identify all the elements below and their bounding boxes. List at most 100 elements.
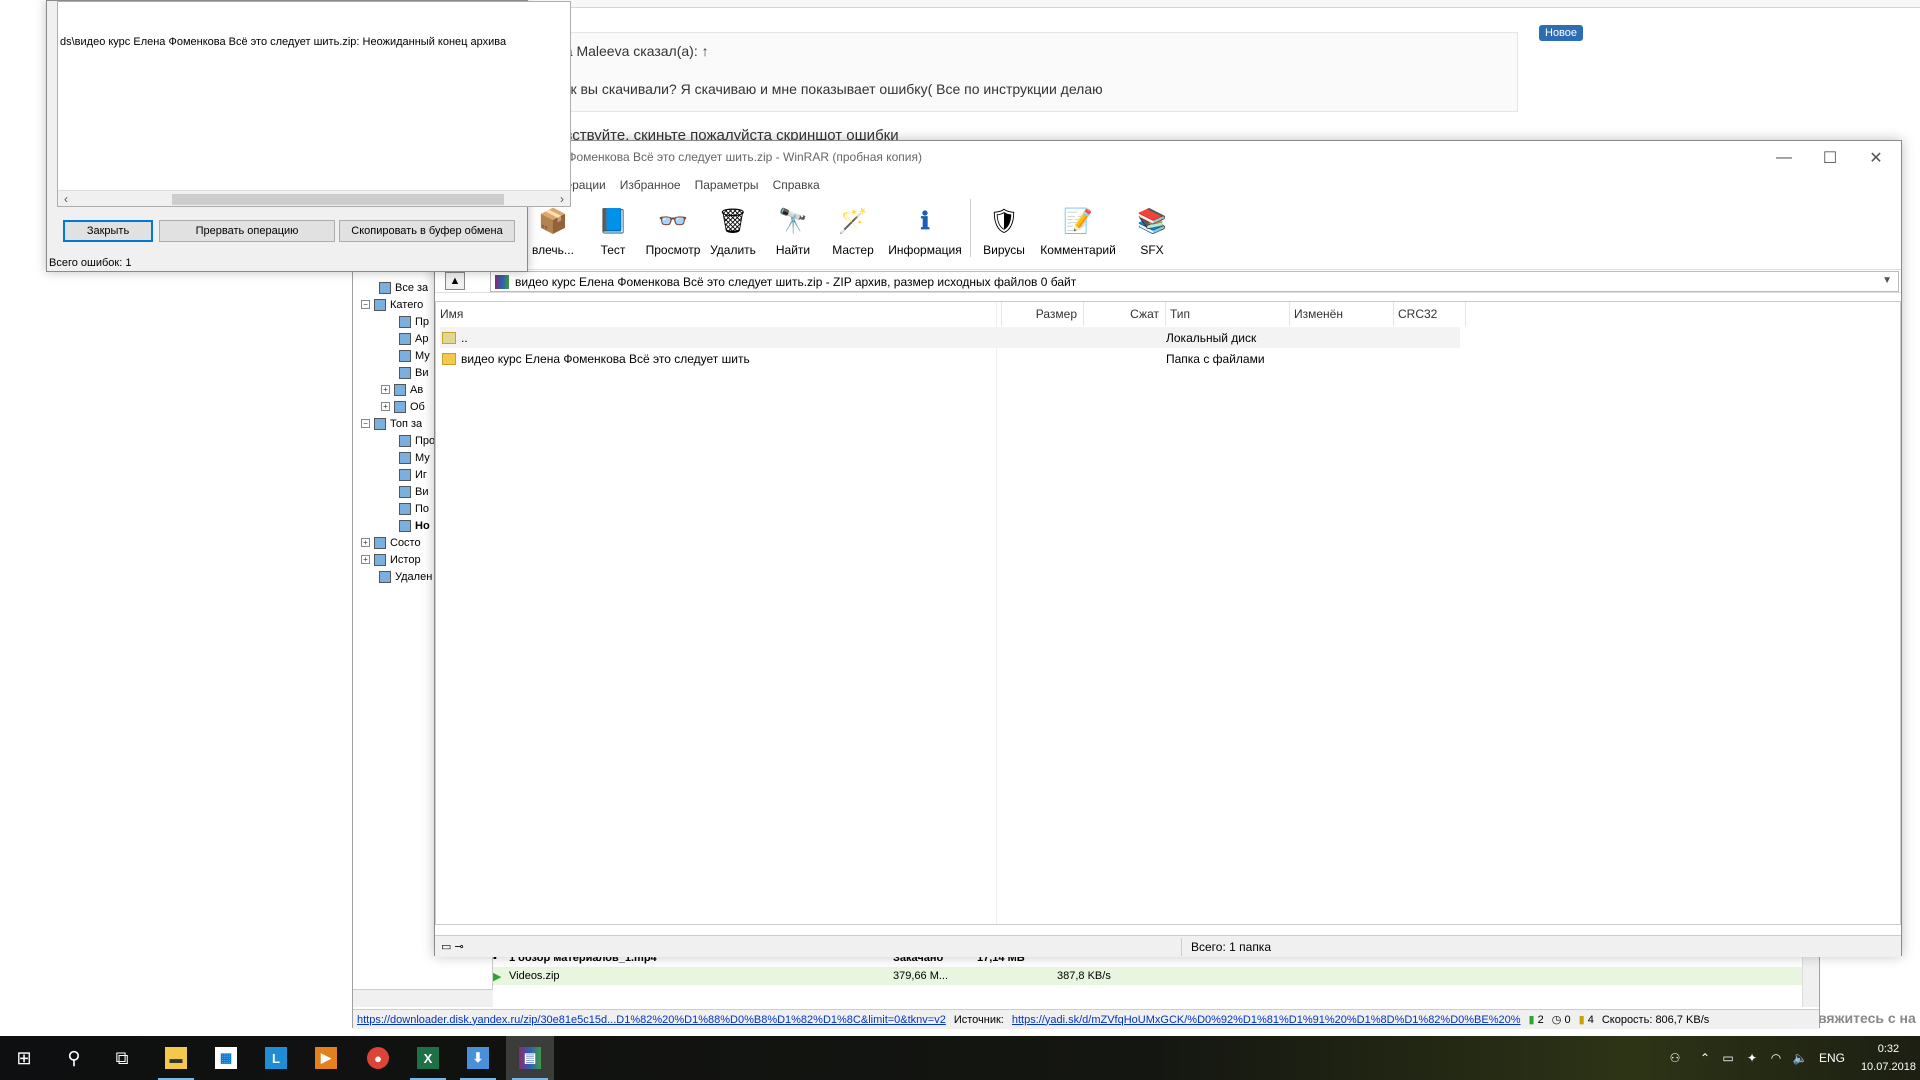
test-button[interactable]: 📘 Тест [583, 197, 643, 258]
tree-item[interactable]: Ви [399, 364, 428, 381]
copy-to-clipboard-button[interactable]: Скопировать в буфер обмена [339, 220, 515, 242]
language-indicator[interactable]: ENG [1812, 1051, 1852, 1065]
tree-item[interactable]: Му [399, 449, 430, 466]
dropbox-icon[interactable]: ✦ [1740, 1051, 1764, 1065]
tree-item[interactable]: Удален [379, 568, 432, 585]
tree-item[interactable]: + Об [381, 398, 425, 415]
clock-date: 10.07.2018 [1860, 1061, 1916, 1073]
scroll-right-icon[interactable]: › [554, 192, 570, 206]
clock[interactable]: 0:32 10.07.2018 [1861, 1040, 1916, 1076]
video-icon [399, 485, 411, 498]
expand-icon[interactable]: + [381, 402, 390, 411]
taskbar-store[interactable]: ▦ [202, 1036, 250, 1080]
close-icon[interactable]: ✕ [1853, 141, 1899, 175]
volume-icon[interactable]: 🔈 [1788, 1051, 1812, 1065]
taskbar-app-l[interactable]: L [252, 1036, 300, 1080]
error-message-box[interactable]: ds\видео курс Елена Фоменкова Всё это сл… [57, 1, 571, 207]
path-bar: ▲ видео курс Елена Фоменкова Всё это сле… [435, 269, 1901, 293]
virus-scan-button[interactable]: 🛡 Вирусы [974, 197, 1034, 258]
column-type[interactable]: Тип [1166, 302, 1290, 326]
wifi-icon[interactable]: ◠ [1764, 1051, 1788, 1065]
search-button[interactable]: ⚲ [50, 1036, 98, 1080]
download-url-link[interactable]: https://downloader.disk.yandex.ru/zip/30… [357, 1014, 946, 1026]
tree-item[interactable]: + Истор [361, 551, 421, 568]
column-modified[interactable]: Изменён [1290, 302, 1394, 326]
task-view-button[interactable]: ⧉ [98, 1036, 146, 1080]
maximize-icon[interactable]: ☐ [1807, 141, 1853, 175]
comment-button[interactable]: 📝 Комментарий [1034, 197, 1122, 258]
tree-item[interactable]: Му [399, 347, 430, 364]
taskbar-winrar[interactable]: ▤ [506, 1036, 554, 1080]
toolbar: 📦 влечь... 📘 Тест 👓 Просмотр 🗑 Удалить 🔭 Найт… [435, 197, 1901, 257]
menu-favorites[interactable]: Избранное [613, 175, 688, 195]
delete-icon: 🗑 [717, 207, 749, 235]
expand-icon[interactable]: + [381, 385, 390, 394]
view-button[interactable]: 👓 Просмотр [643, 197, 703, 258]
music-icon [399, 451, 411, 464]
taskbar-explorer[interactable]: ▬ [152, 1036, 200, 1080]
chevron-down-icon[interactable]: ▼ [1882, 275, 1892, 286]
expand-icon[interactable]: + [361, 555, 370, 564]
collapse-icon[interactable]: − [361, 300, 370, 309]
close-button[interactable]: Закрыть [63, 220, 153, 242]
taskbar-excel[interactable]: X [404, 1036, 452, 1080]
battery-icon[interactable]: ▭ [1716, 1051, 1740, 1065]
download-status-bar: https://downloader.disk.yandex.ru/zip/30… [353, 1009, 1819, 1029]
tree-item[interactable]: − Катего [361, 296, 423, 313]
scroll-thumb[interactable] [172, 194, 504, 205]
queued-count: ◷ 0 [1551, 1014, 1571, 1026]
tree-item[interactable]: Все за [379, 279, 428, 296]
tree-item[interactable]: + Состо [361, 534, 421, 551]
column-packed[interactable]: Сжат [1084, 302, 1166, 326]
tree-item[interactable]: Ар [399, 330, 428, 347]
folder-icon [379, 281, 391, 294]
drive-key-icon: ▭ ⊸ [441, 941, 464, 953]
forum-top-border [520, 0, 1920, 8]
download-row[interactable]: ▶ Videos.zip 379,66 М... 387,8 KB/s [493, 967, 1803, 985]
sfx-button[interactable]: 📚 SFX [1122, 197, 1182, 258]
download-list-scrollbar[interactable] [1802, 949, 1819, 1007]
column-crc32[interactable]: CRC32 [1394, 302, 1466, 326]
tree-item[interactable]: Но [399, 517, 430, 534]
tree-item[interactable]: + Ав [381, 381, 423, 398]
info-button[interactable]: ℹ Информация [883, 197, 967, 258]
folder-icon [442, 352, 456, 365]
minimize-icon[interactable]: — [1761, 141, 1807, 175]
source-url-link[interactable]: https://yadi.sk/d/mZVfqHoUMxGCK/%D0%92%D… [1012, 1014, 1521, 1026]
winrar-title-bar[interactable]: Елена Фоменкова Всё это следует шить.zip… [435, 141, 1901, 175]
tree-item[interactable]: Иг [399, 466, 427, 483]
forum-contact-text: вяжитесь с на [1818, 1010, 1916, 1026]
delete-button[interactable]: 🗑 Удалить [703, 197, 763, 258]
menu-help[interactable]: Справка [766, 175, 827, 195]
find-button[interactable]: 🔭 Найти [763, 197, 823, 258]
expand-icon[interactable]: + [361, 538, 370, 547]
tree-item[interactable]: По [399, 500, 429, 517]
column-size[interactable]: Размер [1002, 302, 1084, 326]
scroll-left-icon[interactable]: ‹ [58, 192, 74, 206]
file-row[interactable]: .. Локальный диск [440, 327, 1460, 348]
chevron-up-icon[interactable]: ⌃ [1694, 1051, 1716, 1065]
toolbar-separator [970, 199, 971, 257]
taskbar-media-player[interactable]: ▶ [302, 1036, 350, 1080]
taskbar-chrome[interactable]: ● [354, 1036, 402, 1080]
tree-item[interactable]: Пр [399, 313, 429, 330]
game-icon [399, 468, 411, 481]
tree-item[interactable]: Про [399, 432, 435, 449]
path-combobox[interactable]: видео курс Елена Фоменкова Всё это следу… [490, 271, 1899, 292]
error-horizontal-scrollbar[interactable]: ‹ › [58, 190, 570, 206]
taskbar-download-master[interactable]: ⬇ [454, 1036, 502, 1080]
tree-item[interactable]: Ви [399, 483, 428, 500]
file-row[interactable]: видео курс Елена Фоменкова Всё это следу… [440, 348, 1460, 369]
error-count: Всего ошибок: 1 [49, 257, 132, 269]
start-button[interactable]: ⊞ [0, 1036, 48, 1080]
column-name[interactable]: Имя [436, 302, 1002, 326]
up-folder-button[interactable]: ▲ [445, 272, 465, 290]
people-icon[interactable]: ⚇ [1656, 1051, 1694, 1065]
menu-options[interactable]: Параметры [688, 175, 766, 195]
tree-horizontal-scrollbar[interactable] [353, 989, 493, 1007]
abort-operation-button[interactable]: Прервать операцию [159, 220, 335, 242]
wizard-button[interactable]: 🪄 Мастер [823, 197, 883, 258]
collapse-icon[interactable]: − [361, 419, 370, 428]
chrome-icon: ● [367, 1047, 389, 1069]
tree-item[interactable]: − Топ за [361, 415, 422, 432]
